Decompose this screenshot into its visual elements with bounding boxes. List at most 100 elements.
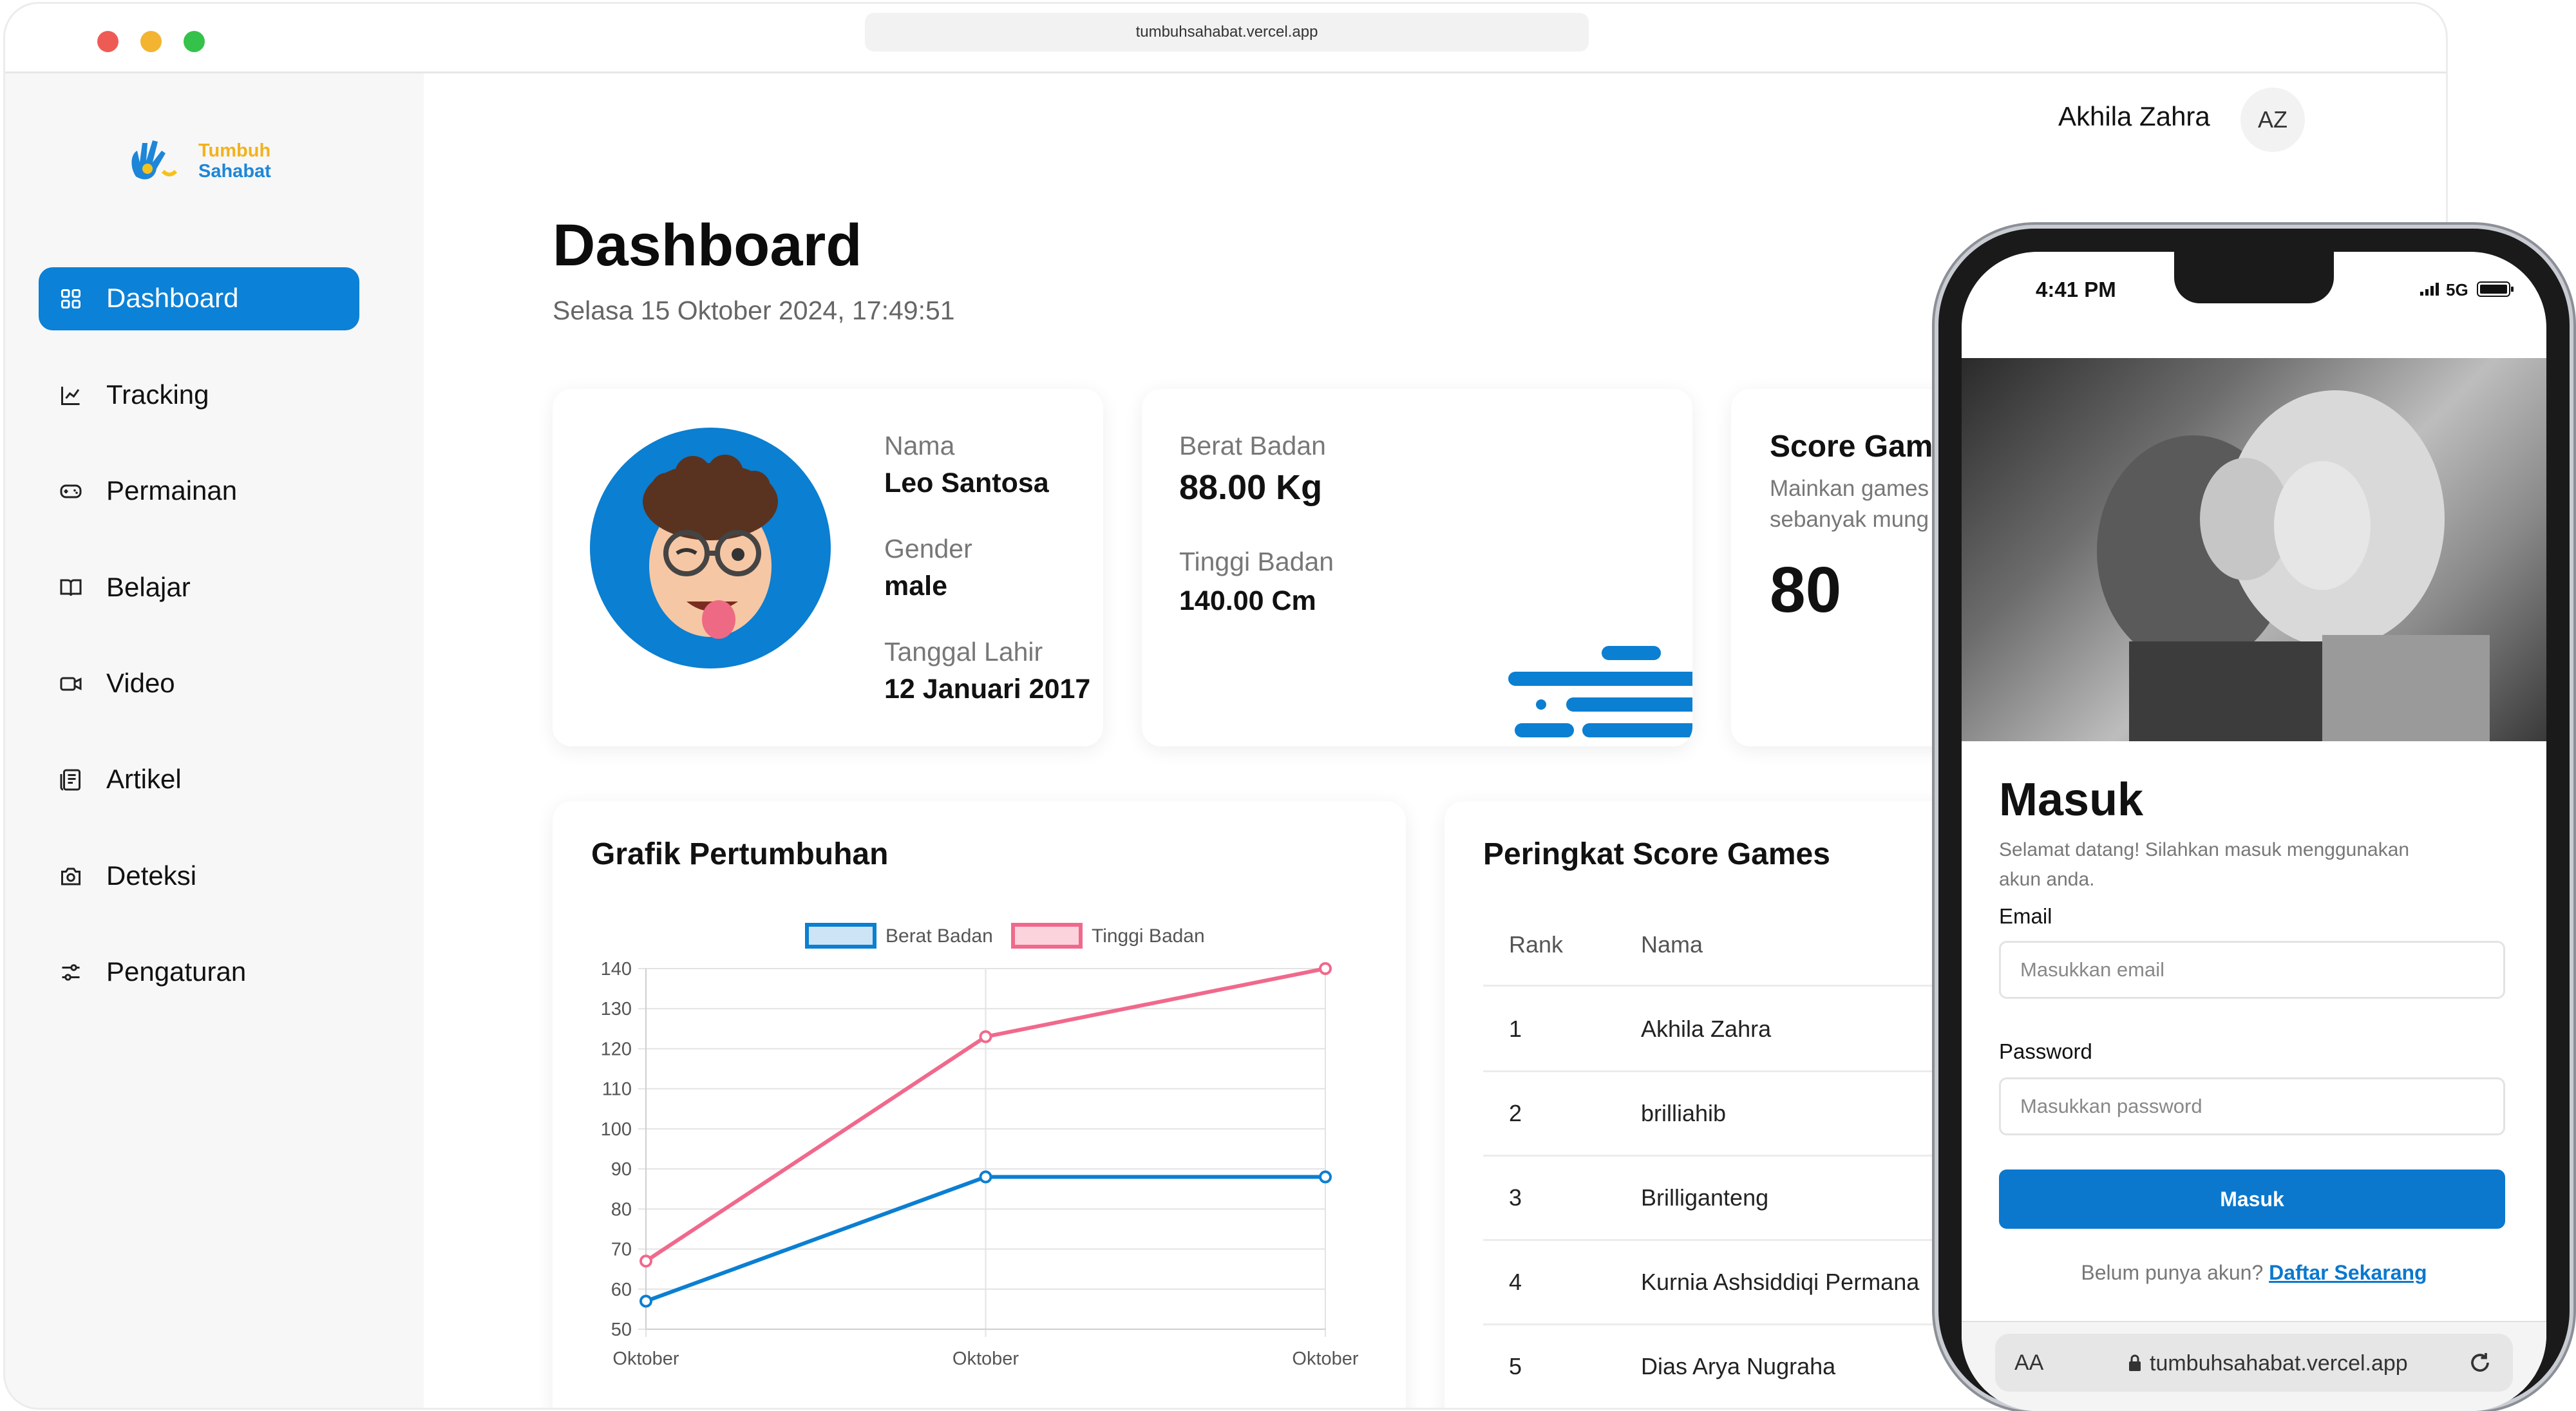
camera-icon <box>61 867 80 885</box>
sidebar-item-artikel[interactable]: Artikel <box>39 748 359 811</box>
data-point <box>1319 1170 1332 1184</box>
maximize-window-button[interactable] <box>184 31 205 52</box>
growth-chart-card: Grafik Pertumbuhan 50 60 70 80 90 100 110 120 13… <box>553 801 1406 1408</box>
address-bar[interactable]: tumbuhsahabat.vercel.app <box>865 13 1589 52</box>
sidebar-item-deteksi[interactable]: Deteksi <box>39 845 359 908</box>
gamepad-icon <box>60 484 82 498</box>
rank-cell: 5 <box>1509 1353 1522 1379</box>
name-label: Nama <box>884 431 955 460</box>
app-logo[interactable]: Tumbuh Sahabat <box>118 131 289 193</box>
x-tick-label: Oktober <box>612 1349 679 1369</box>
phone-screen: 4:41 PM 5G Masuk Selamat datang! Silahka… <box>1962 252 2546 1411</box>
birthdate-value: 12 Januari 2017 <box>884 674 1091 705</box>
reload-icon[interactable] <box>2468 1351 2492 1374</box>
data-point <box>639 1255 652 1268</box>
minimize-window-button[interactable] <box>140 31 162 52</box>
name-cell: Kurnia Ashsiddiqi Permana <box>1641 1269 1920 1295</box>
legend-swatch <box>1011 923 1083 949</box>
article-icon <box>60 769 80 791</box>
sidebar-item-label: Tracking <box>106 379 209 410</box>
safari-bottom-bar: AA tumbuhsahabat.vercel.app <box>1962 1321 2546 1411</box>
sidebar-item-tracking[interactable]: Tracking <box>39 364 359 427</box>
avatar[interactable]: AZ <box>2240 88 2305 152</box>
x-tick-label: Oktober <box>1292 1349 1358 1369</box>
sidebar: Tumbuh Sahabat Dashboard Tracking Permai… <box>5 73 424 1408</box>
score-desc-line1: Mainkan games <box>1770 476 1929 501</box>
y-tick-label: 100 <box>601 1119 632 1140</box>
data-point <box>1319 962 1332 975</box>
legend-label: Berat Badan <box>886 925 993 947</box>
close-window-button[interactable] <box>97 31 118 52</box>
phone-notch <box>2174 252 2334 303</box>
y-tick-label: 70 <box>611 1240 632 1260</box>
logo-text-line2: Sahabat <box>198 161 271 182</box>
sidebar-item-pengaturan[interactable]: Pengaturan <box>39 941 359 1004</box>
settings-sliders-icon <box>62 964 80 981</box>
data-point <box>979 1170 992 1184</box>
user-name[interactable]: Akhila Zahra <box>2058 101 2210 132</box>
rank-cell: 1 <box>1509 1016 1522 1042</box>
y-tick-label: 90 <box>611 1159 632 1180</box>
dashboard-icon <box>61 289 80 308</box>
network-type: 5G <box>2446 280 2468 299</box>
login-subtitle-line2: akun anda. <box>1999 869 2095 890</box>
score-title: Score Game <box>1770 430 1951 464</box>
name-value: Leo Santosa <box>884 468 1049 498</box>
y-tick-label: 110 <box>602 1079 632 1100</box>
password-label: Password <box>1999 1039 2092 1063</box>
growth-line-chart: 50 60 70 80 90 100 110 120 130 140 Oktober Oktober O… <box>601 923 1359 1369</box>
sidebar-item-label: Dashboard <box>106 283 239 313</box>
rank-cell: 3 <box>1509 1184 1522 1211</box>
sidebar-item-label: Artikel <box>106 764 182 794</box>
data-point <box>639 1294 652 1308</box>
signal-icon <box>2420 283 2439 296</box>
rank-cell: 2 <box>1509 1100 1522 1126</box>
y-tick-label: 60 <box>611 1280 632 1300</box>
browser-titlebar: tumbuhsahabat.vercel.app <box>5 4 2446 73</box>
safari-url: tumbuhsahabat.vercel.app <box>2150 1351 2408 1376</box>
current-datetime: Selasa 15 Oktober 2024, 17:49:51 <box>553 296 955 325</box>
login-title: Masuk <box>1999 774 2144 826</box>
login-button[interactable]: Masuk <box>1999 1170 2505 1229</box>
battery-icon <box>2477 281 2514 297</box>
table-header-row: Rank Nama <box>1483 904 1998 987</box>
gender-label: Gender <box>884 534 972 563</box>
sidebar-item-belajar[interactable]: Belajar <box>39 556 359 620</box>
decorative-wave-lines-icon <box>1508 646 1692 737</box>
couple-photo-icon <box>2097 390 2490 744</box>
score-desc-line2: sebanyak mung <box>1770 507 1929 532</box>
rank-cell: 4 <box>1509 1269 1522 1295</box>
safari-address-field[interactable]: AA tumbuhsahabat.vercel.app <box>1995 1334 2513 1392</box>
sidebar-item-video[interactable]: Video <box>39 652 359 715</box>
book-icon <box>60 579 82 596</box>
logo-text-line1: Tumbuh <box>198 140 271 161</box>
sidebar-item-label: Pengaturan <box>106 956 247 987</box>
password-field[interactable] <box>1999 1077 2505 1135</box>
profile-card: Nama Leo Santosa Gender male Tanggal Lah… <box>553 389 1103 746</box>
email-field[interactable] <box>1999 941 2505 999</box>
login-button-label: Masuk <box>2220 1188 2284 1211</box>
y-tick-label: 80 <box>611 1199 632 1220</box>
status-time: 4:41 PM <box>2036 278 2116 301</box>
avatar-initials: AZ <box>2257 106 2287 133</box>
table-row: 3 Brilliganteng <box>1483 1155 1998 1241</box>
name-cell: Akhila Zahra <box>1641 1016 1772 1042</box>
email-label: Email <box>1999 904 2052 928</box>
text-size-button[interactable]: AA <box>2014 1350 2043 1376</box>
legend-swatch <box>805 923 876 949</box>
register-prompt: Belum punya akun? <box>2081 1261 2264 1284</box>
name-cell: brilliahib <box>1641 1100 1727 1126</box>
growth-chart-title: Grafik Pertumbuhan <box>591 837 889 871</box>
hero-photo <box>1962 358 2546 744</box>
table-row: 5 Dias Arya Nugraha <box>1483 1324 1998 1408</box>
weight-label: Berat Badan <box>1179 431 1326 460</box>
y-tick-label: 130 <box>601 999 632 1019</box>
sidebar-item-dashboard[interactable]: Dashboard <box>39 267 359 330</box>
y-tick-label: 120 <box>601 1039 632 1059</box>
register-link[interactable]: Daftar Sekarang <box>2269 1261 2427 1284</box>
sidebar-item-permainan[interactable]: Permainan <box>39 460 359 523</box>
lock-icon <box>2129 1354 2141 1371</box>
sidebar-item-label: Deteksi <box>106 860 197 891</box>
table-row: 2 brilliahib <box>1483 1071 1998 1157</box>
video-icon <box>60 677 82 691</box>
